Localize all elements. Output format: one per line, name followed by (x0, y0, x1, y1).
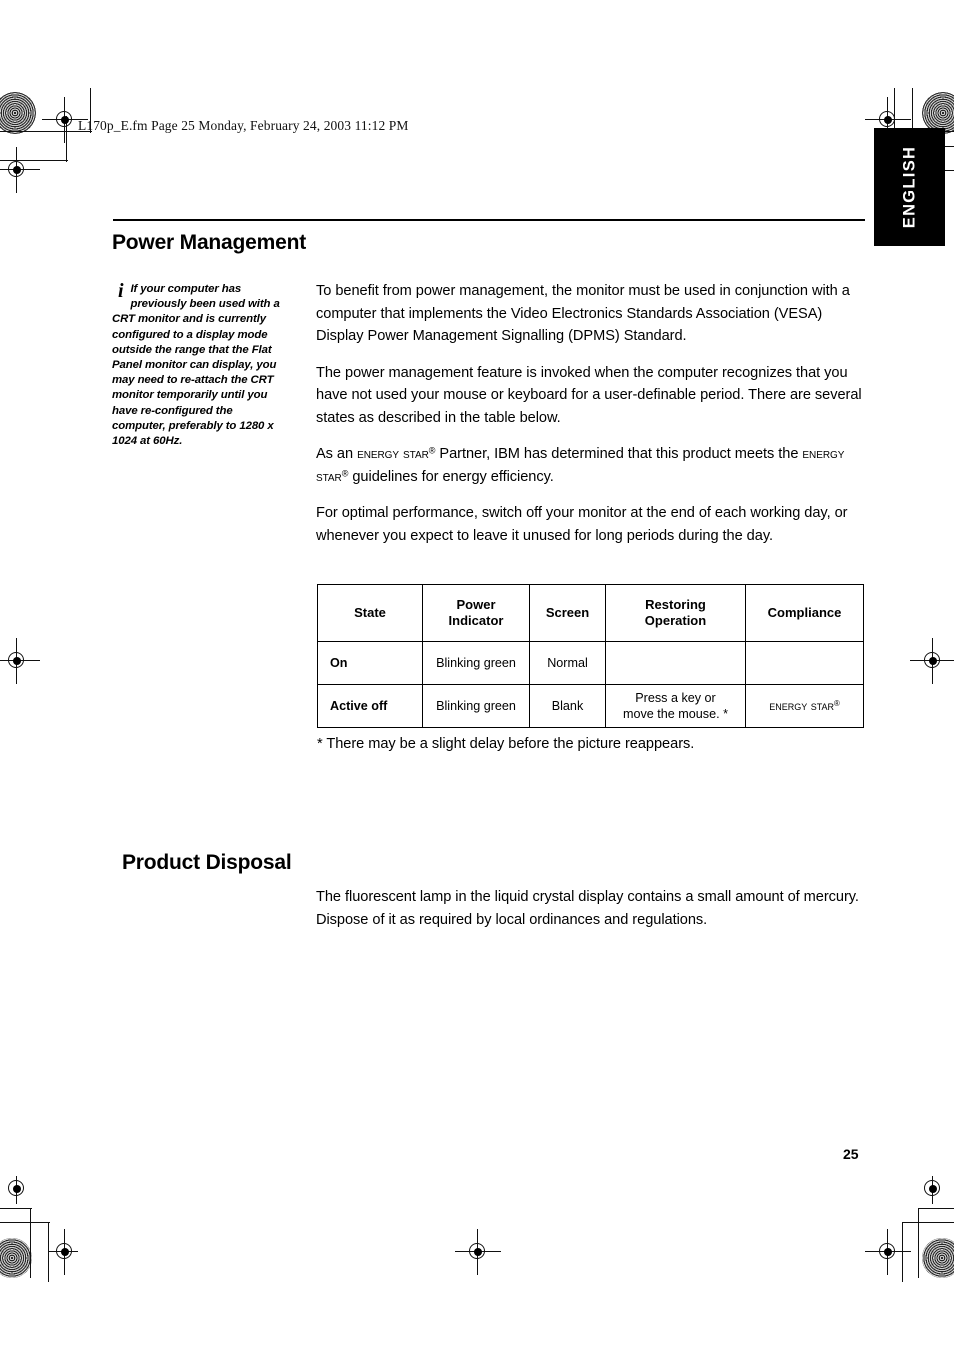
language-thumb-tab: ENGLISH (874, 128, 945, 246)
info-icon: i (118, 280, 124, 302)
paragraph-vesa-dpms: To benefit from power management, the mo… (316, 283, 850, 344)
registered-symbol-table: ® (834, 698, 840, 708)
crop-line-bottom-right-h2 (902, 1222, 954, 1224)
energy-star-text-part3: guidelines for energy efficiency. (348, 468, 554, 485)
page-title-power-management: Power Management (112, 231, 307, 254)
paragraph-feature-invoked: The power management feature is invoked … (316, 364, 862, 426)
crop-line-top-left-h2 (0, 160, 68, 162)
page-title-product-disposal: Product Disposal (122, 851, 292, 874)
margin-note-text: If your computer has previously been use… (112, 283, 280, 448)
crop-line-bottom-right-v2 (902, 1222, 904, 1282)
energy-star-text-part2: Partner, IBM has determined that this pr… (435, 446, 803, 462)
registration-mark-bottom-right-upper (920, 1176, 946, 1204)
table-footnote: * There may be a slight delay before the… (317, 736, 695, 752)
table-row: On Blinking green Normal (317, 641, 864, 685)
densitometer-patch-bottom-right (922, 1238, 954, 1278)
registration-mark-left-upper (0, 147, 40, 193)
paragraph-mercury-disposal: The fluorescent lamp in the liquid cryst… (316, 889, 859, 928)
cell-compliance-on (745, 641, 864, 685)
crop-line-top-left-v2 (66, 116, 68, 162)
column-header-power-indicator: Power Indicator (422, 584, 530, 642)
paragraph-energy-star: As an Energy Star® Partner, IBM has dete… (316, 443, 862, 488)
column-header-power-indicator-line1: Power (456, 597, 496, 612)
cell-compliance-brand: Energy Star (769, 699, 835, 713)
cell-restoring-line1: Press a key or (635, 691, 716, 705)
cell-screen-on: Normal (529, 641, 606, 685)
table-row: Active off Blinking green Blank Press a … (317, 684, 864, 728)
registration-mark-bottom-right (865, 1229, 911, 1275)
crop-line-bottom-left-v2 (48, 1222, 50, 1282)
column-header-restoring-line2: Operation (644, 613, 707, 628)
column-header-screen: Screen (529, 584, 606, 642)
crop-line-bottom-right-v (918, 1208, 920, 1278)
language-tab-label: ENGLISH (900, 145, 918, 229)
file-header-line: L170p_E.fm Page 25 Monday, February 24, … (78, 118, 409, 133)
power-state-table: State Power Indicator Screen Restoring O… (317, 584, 864, 728)
densitometer-patch-top-left (0, 92, 36, 134)
table-header-row: State Power Indicator Screen Restoring O… (317, 584, 864, 642)
power-management-body: To benefit from power management, the mo… (316, 280, 862, 561)
cell-restoring-line2: move the mouse. * (623, 707, 728, 721)
crop-line-bottom-left-v (30, 1208, 32, 1278)
column-header-restoring-line1: Restoring (645, 597, 706, 612)
registration-mark-mid-right (910, 638, 954, 684)
crop-line-top-right-v2 (912, 88, 914, 128)
column-header-state: State (317, 584, 423, 642)
crop-line-bottom-left-h (0, 1208, 32, 1210)
registration-mark-top-left (42, 97, 88, 143)
header-rule (113, 219, 865, 222)
column-header-compliance: Compliance (745, 584, 864, 642)
cell-screen-active-off: Blank (529, 684, 606, 728)
cell-state-on: On (317, 641, 423, 685)
crop-line-bottom-left-h2 (0, 1222, 50, 1224)
margin-note-crt-monitor: i If your computer has previously been us… (112, 280, 288, 449)
cell-indicator-active-off: Blinking green (422, 684, 530, 728)
page-number: 25 (843, 1146, 859, 1162)
product-disposal-body: The fluorescent lamp in the liquid cryst… (316, 886, 862, 931)
cell-restoring-on (605, 641, 746, 685)
crop-line-top-right-v1 (894, 88, 896, 133)
registration-mark-mid-left (0, 638, 40, 684)
densitometer-patch-bottom-left (0, 1238, 32, 1278)
document-page: L170p_E.fm Page 25 Monday, February 24, … (0, 0, 954, 1351)
energy-star-brand-first: Energy Star (357, 446, 429, 462)
column-header-power-indicator-line2: Indicator (448, 613, 504, 628)
energy-star-text-part1: As an (316, 446, 358, 462)
registration-mark-bottom-center (455, 1229, 501, 1275)
crop-line-bottom-right-h (918, 1208, 954, 1210)
registration-mark-bottom-left (48, 1229, 78, 1275)
cell-state-active-off: Active off (317, 684, 423, 728)
column-header-restoring-operation: Restoring Operation (605, 584, 746, 642)
paragraph-optimal-performance: For optimal performance, switch off your… (316, 505, 848, 544)
cell-indicator-on: Blinking green (422, 641, 530, 685)
cell-restoring-active-off: Press a key or move the mouse. * (605, 684, 746, 728)
registration-mark-bottom-left-upper (4, 1176, 30, 1204)
cell-compliance-active-off: Energy Star® (745, 684, 864, 728)
